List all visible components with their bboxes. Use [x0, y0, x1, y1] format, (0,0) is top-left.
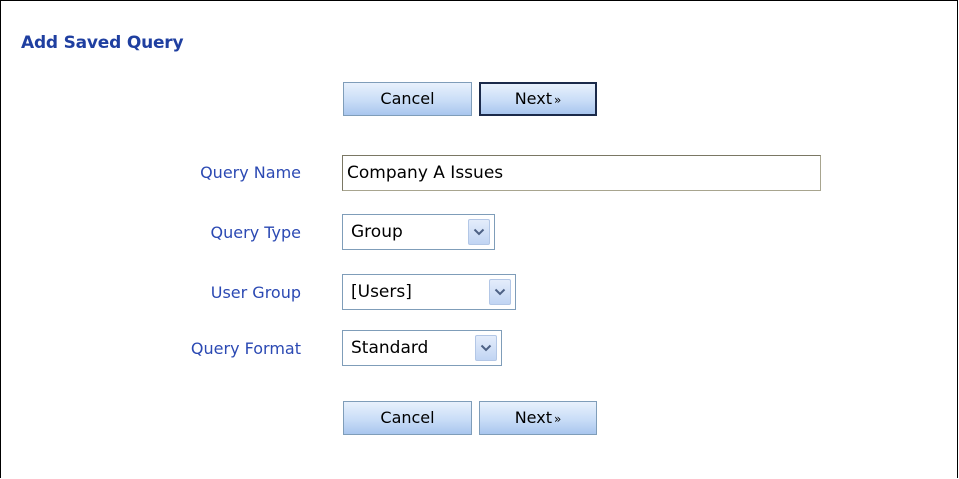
double-chevron-right-icon: »	[553, 412, 562, 426]
double-chevron-right-icon: »	[553, 93, 562, 107]
next-button-top[interactable]: Next»	[479, 82, 597, 116]
query-format-value: Standard	[351, 338, 429, 358]
user-group-select[interactable]: [Users]	[342, 274, 516, 310]
query-format-label: Query Format	[190, 339, 301, 358]
add-saved-query-panel: Add Saved Query Cancel Next» Query Name …	[0, 0, 958, 478]
cancel-button-label: Cancel	[380, 408, 435, 427]
cancel-button-bottom[interactable]: Cancel	[343, 401, 472, 435]
chevron-down-icon[interactable]	[489, 279, 511, 305]
next-button-label: Next	[514, 89, 552, 108]
query-type-select[interactable]: Group	[342, 214, 495, 250]
cancel-button-top[interactable]: Cancel	[343, 82, 472, 116]
query-name-label: Query Name	[200, 163, 301, 182]
query-name-input[interactable]	[342, 155, 821, 191]
chevron-down-icon[interactable]	[468, 219, 490, 245]
user-group-label: User Group	[210, 283, 301, 302]
query-type-value: Group	[351, 222, 403, 242]
cancel-button-label: Cancel	[380, 89, 435, 108]
user-group-value: [Users]	[351, 282, 412, 302]
query-format-select[interactable]: Standard	[342, 330, 502, 366]
chevron-down-icon[interactable]	[475, 335, 497, 361]
next-button-label: Next	[514, 408, 552, 427]
query-type-label: Query Type	[210, 223, 301, 242]
next-button-bottom[interactable]: Next»	[479, 401, 597, 435]
page-title: Add Saved Query	[21, 33, 184, 53]
